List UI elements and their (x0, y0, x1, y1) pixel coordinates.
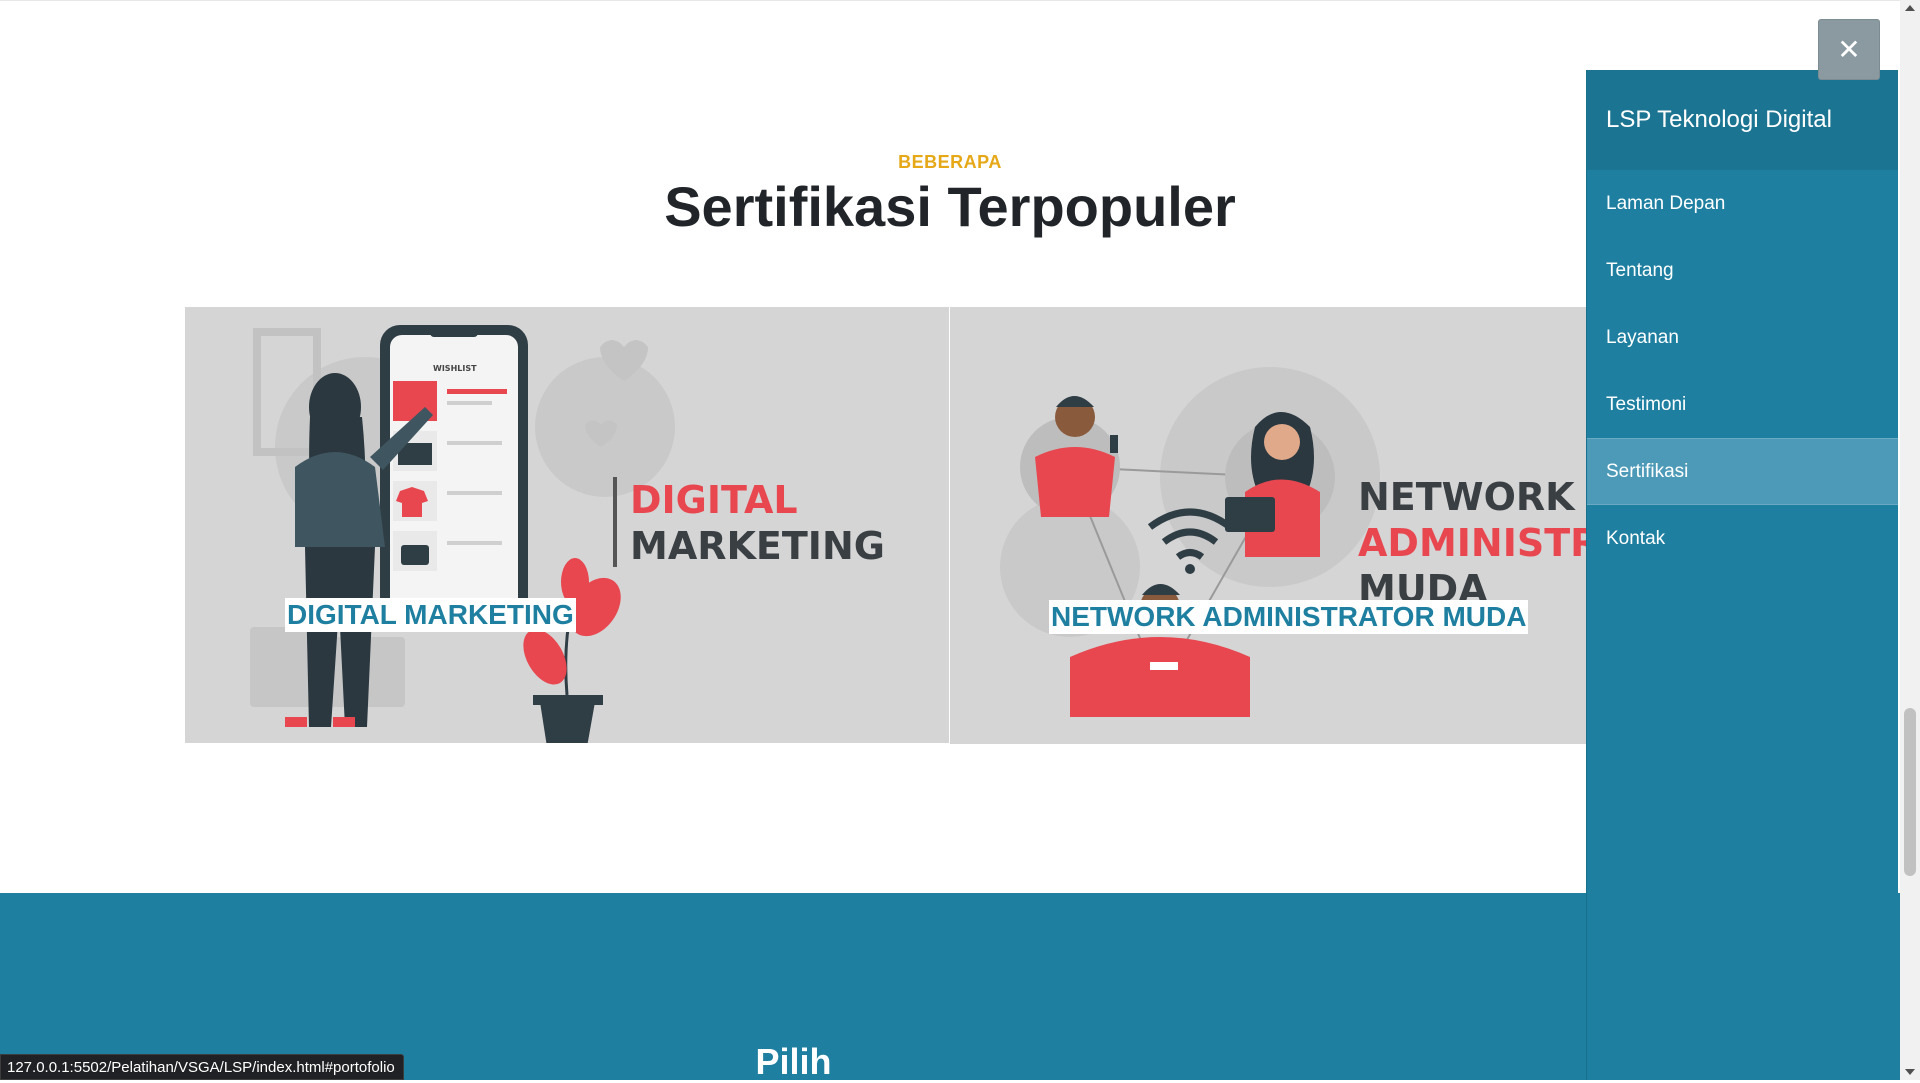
scroll-thumb[interactable] (1904, 708, 1916, 876)
illustration-title-line1: DIGITAL (630, 478, 798, 522)
side-navigation: LSP Teknologi Digital Laman Depan Tentan… (1587, 70, 1898, 1080)
sidebar-item-laman-depan[interactable]: Laman Depan (1587, 170, 1898, 237)
page-scrollbar[interactable] (1900, 0, 1920, 1080)
sidebar-item-kontak[interactable]: Kontak (1587, 505, 1898, 572)
menu-close-button[interactable]: ✕ (1818, 19, 1880, 80)
network-admin-illustration: NETWORK ADMINISTRATOR MUDA (1000, 367, 1590, 717)
card-label-network-admin[interactable]: NETWORK ADMINISTRATOR MUDA (1049, 600, 1529, 634)
digital-marketing-illustration: WISHLIST DIGITAL MARKETING (250, 325, 885, 743)
phone-wishlist-header: WISHLIST (433, 364, 477, 373)
close-icon: ✕ (1837, 34, 1861, 65)
scroll-up-arrow-icon[interactable] (1905, 5, 1915, 11)
link-status-url: 127.0.0.1:5502/Pelatihan/VSGA/LSP/index.… (0, 1054, 404, 1080)
illustration-title-line1: NETWORK (1358, 475, 1576, 519)
illustration-title-line2: ADMINISTRATOR (1358, 521, 1590, 565)
illustration-title-line2: MARKETING (630, 524, 885, 568)
card-label-digital-marketing[interactable]: DIGITAL MARKETING (285, 598, 576, 632)
sidebar-item-layanan[interactable]: Layanan (1587, 304, 1898, 371)
portfolio-card-digital-marketing[interactable]: WISHLIST DIGITAL MARKETING DIGITAL MARKE… (185, 307, 949, 743)
sidebar-item-sertifikasi[interactable]: Sertifikasi (1587, 438, 1898, 505)
sidebar-item-tentang[interactable]: Tentang (1587, 237, 1898, 304)
portfolio-card-network-admin[interactable]: NETWORK ADMINISTRATOR MUDA NETWORK ADMIN… (950, 307, 1590, 744)
scroll-down-arrow-icon[interactable] (1905, 1069, 1915, 1075)
page-top-border (0, 0, 1900, 1)
sidebar-brand[interactable]: LSP Teknologi Digital (1587, 70, 1898, 170)
sidebar-item-testimoni[interactable]: Testimoni (1587, 371, 1898, 438)
